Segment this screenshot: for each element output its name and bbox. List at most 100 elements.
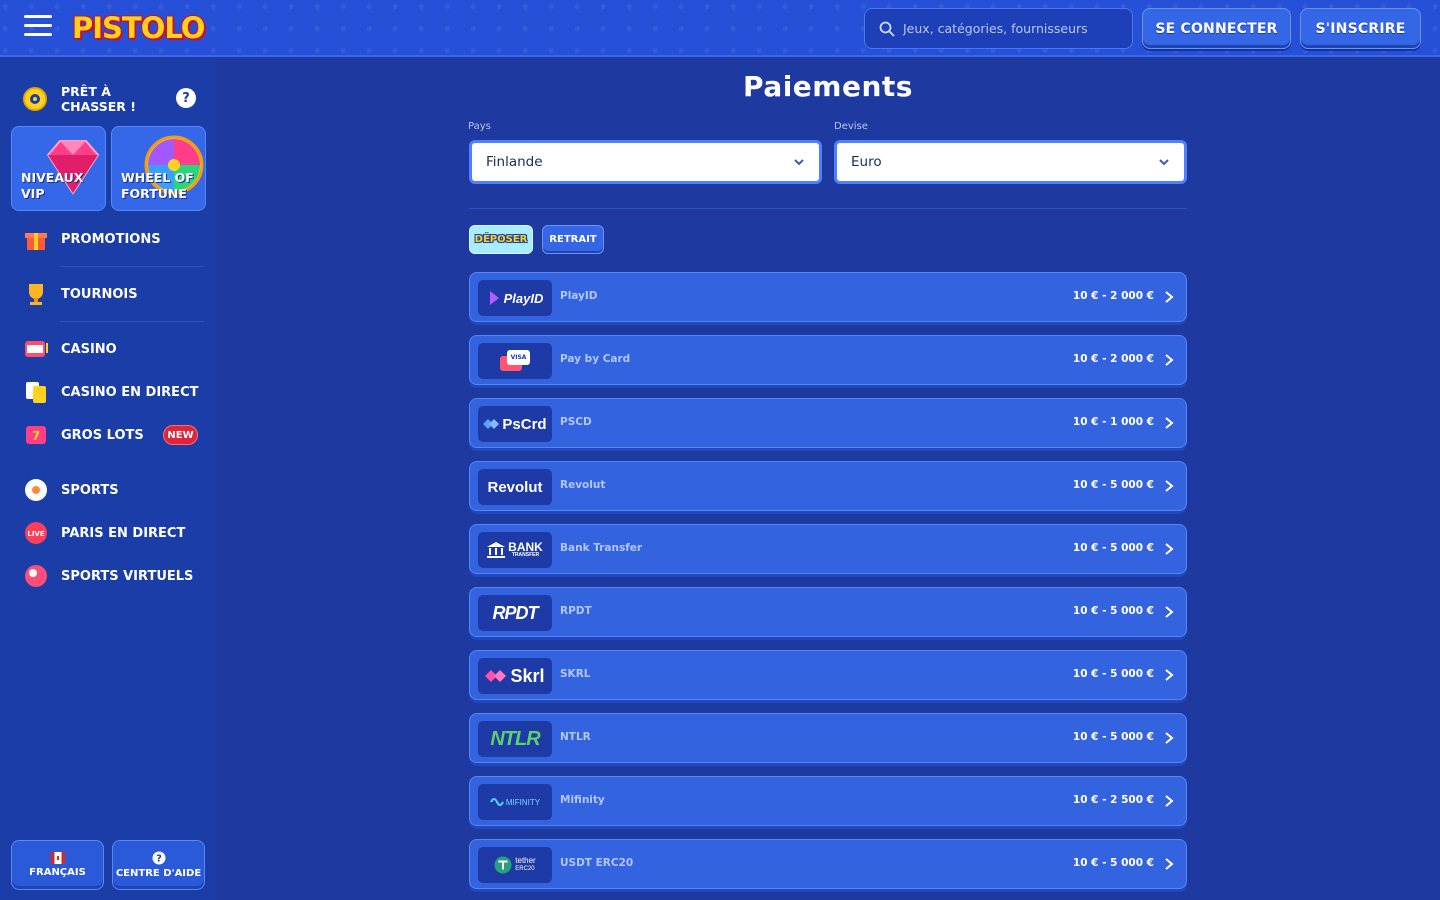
slot-icon [25,341,48,357]
search-box[interactable] [864,8,1133,49]
payment-method-row[interactable]: VISA Pay by Card 10 € - 2 000 € [469,335,1187,385]
tile-vip-levels[interactable]: NIVEAUX VIP [11,126,106,211]
pscrd-mark-icon [483,419,500,429]
card-logo: VISA [478,343,552,379]
chevron-right-icon [1165,858,1174,870]
payment-method-range: 10 € - 2 500 € [1072,794,1154,806]
sidebar-divider [60,266,204,267]
live-icon: LIVE [25,522,47,544]
sidebar-item-label: GROS LOTS [61,427,144,443]
payment-logo-subtext: ERC20 [515,866,535,872]
payment-logo-text: Revolut [487,478,543,496]
payment-logo-text: BANK [508,540,543,554]
search-icon [879,21,895,36]
sidebar-item-tournaments[interactable]: TOURNOIS [0,274,216,314]
payment-method-row[interactable]: tether ERC20 USDT ERC20 10 € - 5 000 € [469,839,1187,889]
sidebar-item-casino[interactable]: CASINO [0,329,216,369]
sidebar-item-label: CASINO [61,341,117,357]
currency-select[interactable]: Euro [834,140,1187,184]
chevron-right-icon [1165,417,1174,429]
new-badge: NEW [163,425,198,445]
payment-method-row[interactable]: MIFINITY Mifinity 10 € - 2 500 € [469,776,1187,826]
chevron-right-icon [1165,606,1174,618]
payment-method-name: Mifinity [560,794,605,806]
help-center-button[interactable]: ? CENTRE D'AIDE [112,840,205,890]
sidebar-item-live-casino[interactable]: CASINO EN DIRECT [0,372,216,412]
payment-logo-text: PlayID [503,290,544,306]
tether-logo: tether ERC20 [478,847,552,883]
rpdt-logo: RPDT [478,595,552,631]
currency-value: Euro [851,154,882,170]
payment-method-row[interactable]: PsCrd PSCD 10 € - 1 000 € [469,398,1187,448]
search-input[interactable] [903,21,1123,36]
svg-text:?: ? [156,854,162,865]
payment-method-name: PSCD [560,416,592,428]
sidebar-divider [60,321,204,322]
ready-label: PRÊT À CHASSER ! [61,84,136,114]
top-header: PISTOLO SE CONNECTER S'INSCRIRE [0,0,1440,57]
signup-button[interactable]: S'INSCRIRE [1300,8,1421,49]
chevron-right-icon [1165,480,1174,492]
payment-method-row[interactable]: RPDT RPDT 10 € - 5 000 € [469,587,1187,637]
payment-method-row[interactable]: Skrl SKRL 10 € - 5 000 € [469,650,1187,700]
cards-icon [26,382,46,403]
chevron-right-icon [1165,291,1174,303]
skrl-logo: Skrl [478,658,552,694]
chevron-down-icon [794,159,804,166]
sidebar-item-label: CASINO EN DIRECT [61,384,199,400]
tab-deposit[interactable]: DÉPOSER [469,225,533,254]
sidebar-item-label: SPORTS VIRTUELS [61,568,194,584]
payment-method-row[interactable]: BANK TRANSFER Bank Transfer 10 € - 5 000… [469,524,1187,574]
payment-logo-text: tether [515,856,536,865]
playid-mark-icon [489,291,499,305]
target-icon [23,87,47,111]
payment-logo-text: NTLR [490,727,540,750]
ready-to-hunt-banner[interactable]: PRÊT À CHASSER ! ? [11,76,206,122]
playid-logo: PlayID [478,280,552,316]
country-value: Finlande [486,154,543,170]
pscrd-logo: PsCrd [478,406,552,442]
sidebar-item-label: TOURNOIS [61,286,138,302]
sidebar-item-label: PARIS EN DIRECT [61,525,186,541]
sidebar-item-live-betting[interactable]: LIVE PARIS EN DIRECT [0,513,216,553]
payment-method-row[interactable]: Revolut Revolut 10 € - 5 000 € [469,461,1187,511]
chevron-right-icon [1165,669,1174,681]
site-logo[interactable]: PISTOLO [72,8,205,48]
tab-withdraw[interactable]: RETRAIT [542,225,604,254]
skrl-mark-icon [485,670,507,682]
ntlr-logo: NTLR [478,721,552,757]
tile-wheel-label: WHEEL OF FORTUNE [121,170,194,201]
payment-method-range: 10 € - 5 000 € [1072,857,1154,869]
help-icon[interactable]: ? [176,88,196,108]
sidebar-item-virtual-sports[interactable]: SPORTS VIRTUELS [0,556,216,596]
login-button[interactable]: SE CONNECTER [1142,8,1291,49]
payment-logo-subtext: TRANSFER [511,552,540,558]
mifinity-logo: MIFINITY [478,784,552,820]
revolut-logo: Revolut [478,469,552,505]
payment-logo-text: RPDT [492,602,539,623]
tile-wheel-of-fortune[interactable]: WHEEL OF FORTUNE [111,126,206,211]
payment-method-row[interactable]: PlayID PlayID 10 € - 2 000 € [469,272,1187,322]
sidebar-item-jackpots[interactable]: 7 GROS LOTS NEW [0,415,216,455]
bank-icon [487,542,506,558]
sidebar: PRÊT À CHASSER ! ? NIVEAUX VIP WHEEL OF … [0,59,216,900]
sidebar-item-sports[interactable]: SPORTS [0,470,216,510]
payment-method-name: RPDT [560,605,592,617]
payment-method-range: 10 € - 1 000 € [1072,416,1154,428]
chevron-right-icon [1165,732,1174,744]
payment-method-name: PlayID [560,290,598,302]
svg-text:7: 7 [32,429,40,443]
svg-text:LIVE: LIVE [27,530,44,538]
chevron-right-icon [1165,543,1174,555]
payment-method-range: 10 € - 5 000 € [1072,542,1154,554]
payment-logo-text: MIFINITY [505,797,541,807]
chevron-down-icon [1159,159,1169,166]
payment-method-range: 10 € - 2 000 € [1072,353,1154,365]
tether-icon [494,856,512,874]
language-button[interactable]: FRANÇAIS [11,840,104,890]
menu-icon[interactable] [24,15,52,39]
country-select[interactable]: Finlande [469,140,822,184]
payment-method-row[interactable]: NTLR NTLR 10 € - 5 000 € [469,713,1187,763]
sidebar-item-promotions[interactable]: PROMOTIONS [0,219,216,259]
currency-label: Devise [834,121,868,132]
